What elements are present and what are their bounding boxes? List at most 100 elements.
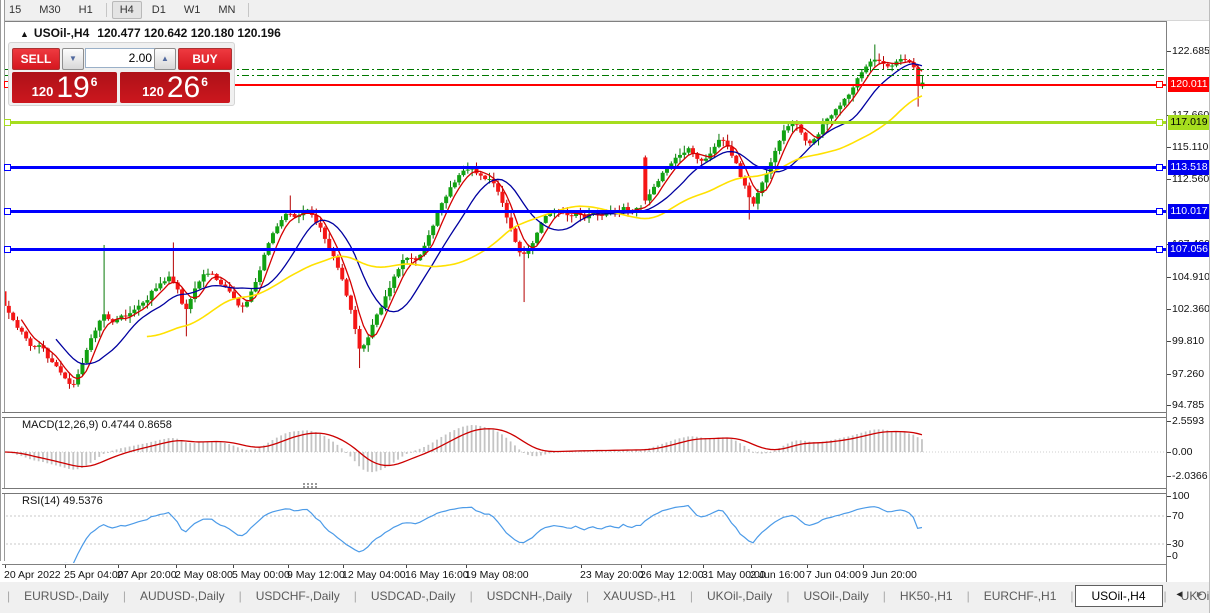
tab-hk50-h1[interactable]: HK50-,H1 <box>887 586 966 606</box>
tab-audusd-daily[interactable]: AUDUSD-,Daily <box>127 586 238 606</box>
level-line-handle[interactable] <box>1156 119 1163 126</box>
price-axis-tick <box>1167 309 1171 310</box>
time-axis-tick <box>233 565 234 568</box>
symbol-marker-icon: ▲ <box>20 29 29 39</box>
volume-decrease-button[interactable]: ▼ <box>62 48 84 70</box>
level-line-handle[interactable] <box>4 164 11 171</box>
tab-separator: | <box>586 589 589 603</box>
price-axis-tick <box>1167 374 1171 375</box>
time-axis-tick <box>863 565 864 568</box>
rsi-axis-tick <box>1167 544 1171 545</box>
macd-axis-tick <box>1167 452 1171 453</box>
time-axis: 20 Apr 202225 Apr 04:0027 Apr 20:002 May… <box>2 564 1166 583</box>
volume-increase-button[interactable]: ▲ <box>154 48 176 70</box>
price-level-badge: 110.017 <box>1168 204 1210 219</box>
tab-separator: | <box>354 589 357 603</box>
level-line-handle[interactable] <box>1156 246 1163 253</box>
time-axis-tick <box>65 565 66 568</box>
macd-axis-tick <box>1167 476 1171 477</box>
tab-separator: | <box>7 589 10 603</box>
tab-usoil-daily[interactable]: USOil-,Daily <box>790 586 881 606</box>
time-axis-label: 9 Jun 20:00 <box>862 569 917 581</box>
tab-usoil-h4[interactable]: USOil-,H4 <box>1075 585 1163 607</box>
sell-price-big: 19 <box>56 73 89 103</box>
timeframe-button-m30[interactable]: M30 <box>31 1 68 19</box>
level-line-handle[interactable] <box>4 246 11 253</box>
one-click-trading-panel: SELL ▼ ▲ BUY 120196 120266 <box>8 42 235 106</box>
macd-axis-tick <box>1167 421 1171 422</box>
rsi-label: RSI(14) 49.5376 <box>22 495 103 507</box>
macd-axis-label: -2.0366 <box>1172 470 1208 482</box>
timeframe-button-d1[interactable]: D1 <box>144 1 174 19</box>
trading-terminal-window: 15M30H1 H4D1W1MN ▲ USOil-,H4 120.477 120.64… <box>0 0 1210 613</box>
price-axis-label: 122.685 <box>1172 45 1210 57</box>
time-axis-tick <box>807 565 808 568</box>
time-axis-tick <box>703 565 704 568</box>
chart-ohlc-values: 120.477 120.642 120.180 120.196 <box>97 26 281 40</box>
tab-separator: | <box>883 589 886 603</box>
tab-separator: | <box>239 589 242 603</box>
timeframe-button-15[interactable]: 15 <box>1 1 29 19</box>
price-axis-label: 94.785 <box>1172 399 1204 411</box>
level-line-110.017[interactable] <box>2 210 1166 213</box>
time-axis-label: 9 May 12:00 <box>287 569 345 581</box>
tab-separator: | <box>967 589 970 603</box>
level-line-handle[interactable] <box>1156 81 1163 88</box>
tab-usdcad-daily[interactable]: USDCAD-,Daily <box>358 586 469 606</box>
rsi-axis-label: 0 <box>1172 550 1178 562</box>
level-line-107.056[interactable] <box>2 248 1166 251</box>
volume-input[interactable] <box>85 48 157 68</box>
time-axis-tick <box>751 565 752 568</box>
time-axis-label: 20 Apr 2022 <box>4 569 61 581</box>
tab-separator: | <box>123 589 126 603</box>
tab-scroll-right-icon[interactable]: ► <box>1195 589 1204 599</box>
sell-price-prefix: 120 <box>32 84 54 99</box>
tab-eurchf-h1[interactable]: EURCHF-,H1 <box>971 586 1070 606</box>
timeframe-button-h1[interactable]: H1 <box>71 1 101 19</box>
tab-scroll-left-icon[interactable]: ◄ <box>1175 589 1184 599</box>
tab-xauusd-h1[interactable]: XAUUSD-,H1 <box>590 586 689 606</box>
rsi-pane-divider[interactable] <box>2 488 1166 494</box>
price-axis-label: 115.110 <box>1172 141 1208 153</box>
tab-eurusd-daily[interactable]: EURUSD-,Daily <box>11 586 122 606</box>
tab-usdchf-daily[interactable]: USDCHF-,Daily <box>243 586 353 606</box>
timeframe-button-mn[interactable]: MN <box>210 1 243 19</box>
level-line-handle[interactable] <box>4 119 11 126</box>
level-line-handle[interactable] <box>4 208 11 215</box>
price-axis-tick <box>1167 147 1171 148</box>
timeframe-button-h4[interactable]: H4 <box>112 1 142 19</box>
time-axis-tick <box>466 565 467 568</box>
sell-price-sup: 6 <box>91 75 98 89</box>
tab-usdcnh-daily[interactable]: USDCNH-,Daily <box>474 586 585 606</box>
buy-price-sup: 6 <box>201 75 208 89</box>
level-line-handle[interactable] <box>1156 164 1163 171</box>
level-line-117.019[interactable] <box>2 121 1166 124</box>
level-line-113.518[interactable] <box>2 166 1166 169</box>
time-axis-tick <box>343 565 344 568</box>
time-axis-label: 23 May 20:00 <box>580 569 644 581</box>
time-axis-tick <box>581 565 582 568</box>
timeframe-button-w1[interactable]: W1 <box>176 1 209 19</box>
buy-button[interactable]: BUY <box>178 48 232 70</box>
level-line-handle[interactable] <box>1156 208 1163 215</box>
price-axis-tick <box>1167 51 1171 52</box>
time-axis-tick <box>176 565 177 568</box>
sell-button[interactable]: SELL <box>12 48 60 70</box>
macd-pane-divider[interactable] <box>2 412 1166 418</box>
price-axis: 122.685117.660115.110112.560107.460104.9… <box>1166 21 1210 582</box>
time-axis-label: 2 May 08:00 <box>175 569 233 581</box>
time-axis-tick <box>406 565 407 568</box>
time-axis-tick <box>5 565 6 568</box>
pane-splitter-grip[interactable] <box>303 483 305 485</box>
time-axis-label: 5 May 00:00 <box>232 569 290 581</box>
time-axis-label: 12 May 04:00 <box>342 569 406 581</box>
symbol-tabs: |EURUSD-,Daily|AUDUSD-,Daily|USDCHF-,Dai… <box>6 584 1210 607</box>
buy-price-tile[interactable]: 120266 <box>120 72 230 103</box>
price-axis-label: 112.560 <box>1172 173 1209 185</box>
time-axis-tick <box>641 565 642 568</box>
toolbar-separator <box>248 3 249 17</box>
time-axis-tick <box>118 565 119 568</box>
sell-price-tile[interactable]: 120196 <box>12 72 117 103</box>
price-axis-label: 102.360 <box>1172 303 1210 315</box>
tab-ukoil-daily[interactable]: UKOil-,Daily <box>694 586 785 606</box>
